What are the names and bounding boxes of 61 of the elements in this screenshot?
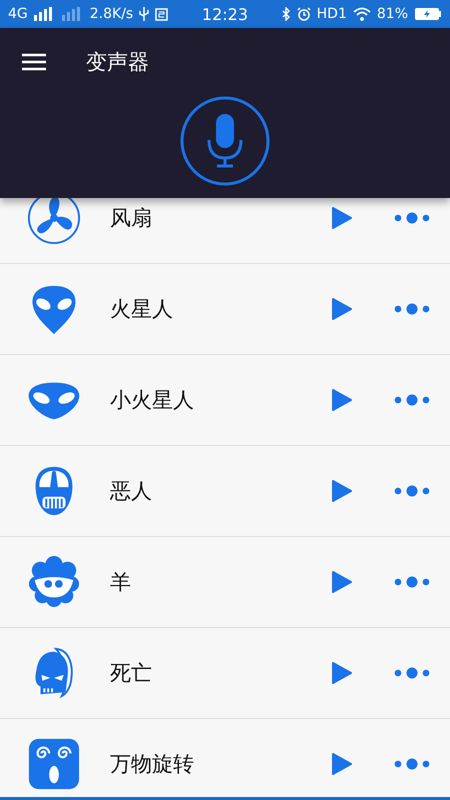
play-icon [332, 480, 352, 502]
play-button[interactable] [332, 389, 352, 411]
effect-name: 小火星人 [110, 387, 195, 414]
play-icon [332, 662, 352, 684]
play-icon [332, 571, 352, 593]
voice-effect-row[interactable]: 小火星人 [0, 355, 450, 446]
effect-name: 风扇 [110, 205, 153, 232]
more-button[interactable] [394, 212, 430, 224]
more-button[interactable] [394, 394, 430, 406]
bluetooth-icon [282, 7, 291, 21]
play-button[interactable] [332, 207, 352, 229]
play-button[interactable] [332, 298, 352, 320]
more-icon [394, 212, 430, 224]
more-button[interactable] [394, 576, 430, 588]
more-button[interactable] [394, 667, 430, 679]
fan-icon [27, 198, 81, 245]
voice-effect-row[interactable]: 万物旋转 [0, 719, 450, 797]
more-button[interactable] [394, 758, 430, 770]
microphone-icon [180, 96, 270, 186]
voice-effect-row[interactable]: 羊 [0, 537, 450, 628]
effect-name: 万物旋转 [110, 751, 195, 778]
wifi-icon [352, 7, 371, 21]
battery-charging-icon [414, 7, 442, 21]
play-icon [332, 298, 352, 320]
sheep-icon [27, 555, 81, 609]
battery-level: 81% [376, 6, 408, 22]
network-type: 4G [8, 6, 28, 22]
screenshot-icon [155, 8, 168, 20]
play-icon [332, 753, 352, 775]
play-icon [332, 389, 352, 411]
effect-name: 羊 [110, 569, 132, 596]
voice-effect-row[interactable]: 火星人 [0, 264, 450, 355]
alarm-icon [296, 7, 311, 21]
voice-effect-row[interactable]: 风扇 [0, 198, 450, 264]
more-icon [394, 667, 430, 679]
more-icon [394, 394, 430, 406]
voice-effect-row[interactable]: 恶人 [0, 446, 450, 537]
play-button[interactable] [332, 753, 352, 775]
play-icon [332, 207, 352, 229]
menu-icon [22, 53, 46, 71]
clock: 12:23 [202, 4, 248, 24]
play-button[interactable] [332, 662, 352, 684]
effect-name: 恶人 [110, 478, 153, 505]
more-icon [394, 303, 430, 315]
dizzy-face-icon [27, 737, 81, 791]
effect-name: 死亡 [110, 660, 153, 687]
voice-effect-row[interactable]: 死亡 [0, 628, 450, 719]
hd-indicator: HD1 [316, 6, 347, 22]
network-speed: 2.8K/s [90, 6, 134, 22]
play-button[interactable] [332, 480, 352, 502]
record-button[interactable] [180, 96, 270, 186]
more-icon [394, 758, 430, 770]
effect-name: 火星人 [110, 296, 174, 323]
more-button[interactable] [394, 485, 430, 497]
more-icon [394, 485, 430, 497]
app-title: 变声器 [86, 49, 149, 76]
menu-button[interactable] [22, 53, 46, 71]
more-icon [394, 576, 430, 588]
usb-icon [139, 7, 150, 21]
more-button[interactable] [394, 303, 430, 315]
play-button[interactable] [332, 571, 352, 593]
